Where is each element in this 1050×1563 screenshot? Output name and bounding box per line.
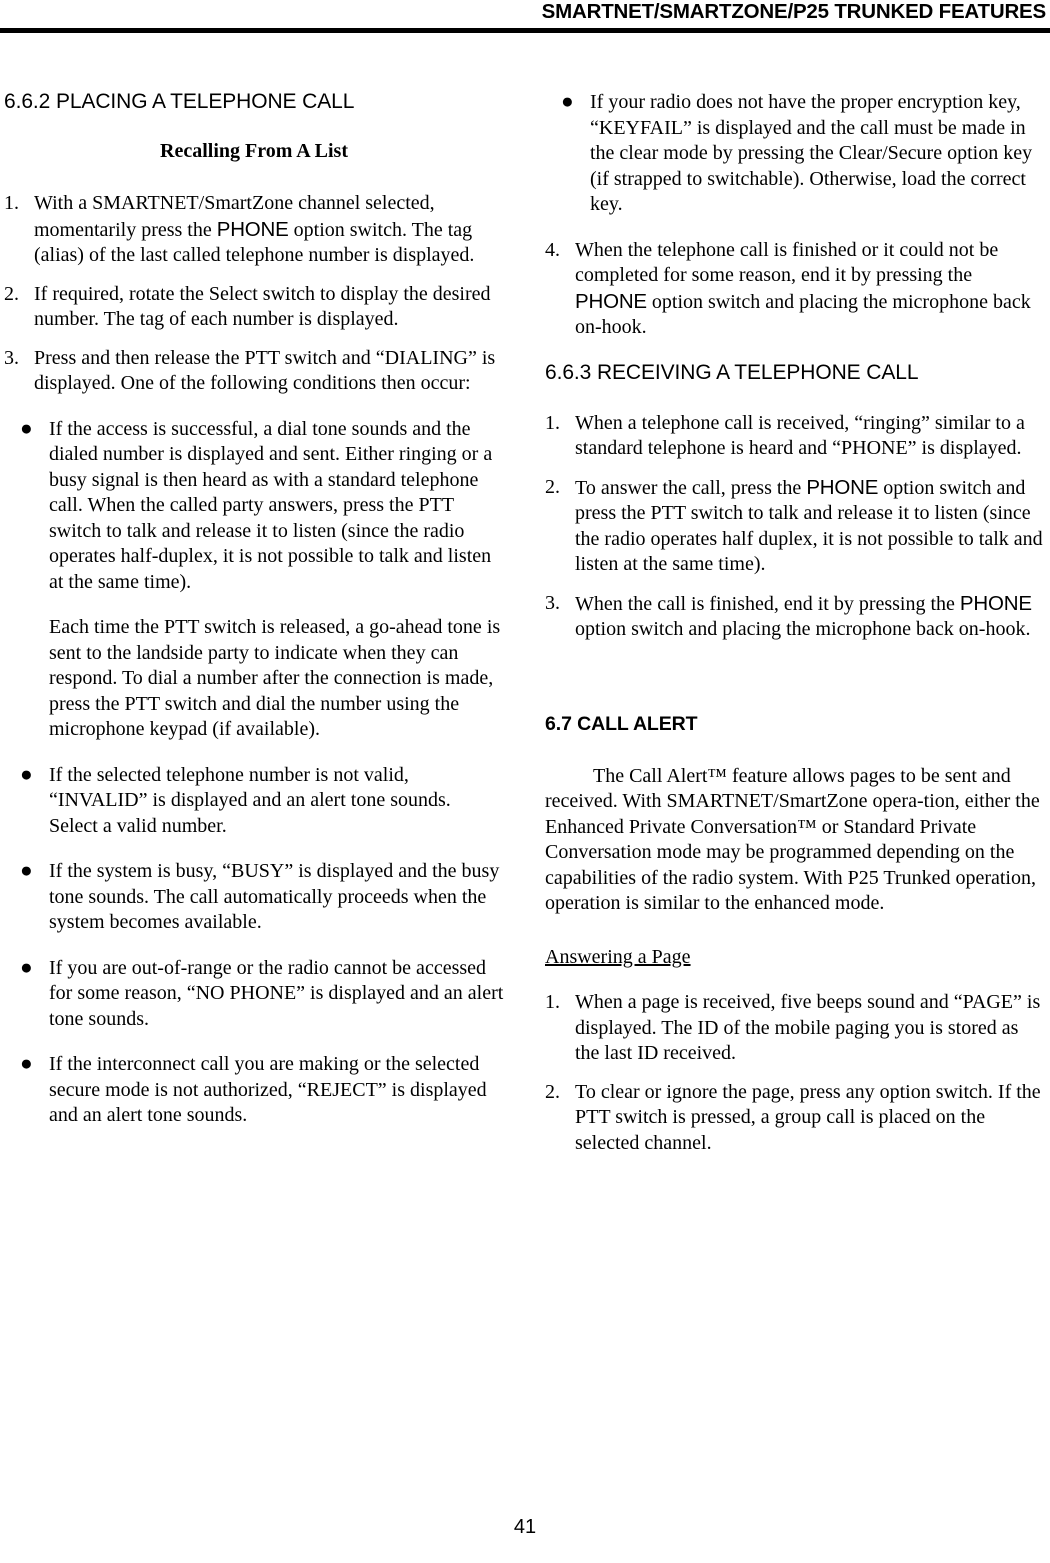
bullet-list-item: ● If the system is busy, “BUSY” is displa… [4, 858, 504, 936]
bullet-text: If your radio does not have the proper e… [590, 91, 1033, 215]
list-item-text-after: option switch and placing the microphone… [575, 618, 1031, 640]
bullet-text: If the interconnect call you are making … [49, 1053, 487, 1126]
list-item-number: 4. [545, 238, 560, 261]
list-item-text: When a page is received, five beeps soun… [575, 991, 1041, 1064]
subheading-recalling-from-a-list: Recalling From A List [160, 140, 348, 162]
header-title: SMARTNET/SMARTZONE/P25 TRUNKED FEATURES [541, 0, 1047, 23]
bullet-list-item: ● If the interconnect call you are making… [4, 1051, 504, 1129]
list-item: 4. When the telephone call is finished or… [545, 238, 1045, 341]
list-item: 3. Press and then release the PTT switch … [4, 346, 504, 397]
keyword-phone: PHONE [216, 217, 289, 241]
list-item-number: 1. [545, 411, 560, 434]
list-item-number: 1. [4, 192, 19, 214]
bullet-list-item: ● If you are out-of-range or the radio ca… [4, 954, 504, 1033]
bullet-point-icon: ● [20, 954, 33, 979]
list-item-text-before: When the telephone call is finished or i… [575, 238, 999, 287]
document-page: SMARTNET/SMARTZONE/P25 TRUNKED FEATURES … [0, 0, 1050, 1563]
right-column: ● If your radio does not have the proper … [545, 89, 1045, 1157]
bullet-point-icon: ● [20, 415, 33, 440]
list-item: 1. When a page is received, five beeps so… [545, 990, 1045, 1067]
list-item-text: To clear or ignore the page, press any o… [575, 1080, 1041, 1154]
bullet-point-icon: ● [20, 761, 33, 786]
list-item-number: 1. [545, 991, 560, 1013]
bullet-point-icon: ● [20, 858, 33, 882]
list-item: 3. When the call is finished, end it by p… [545, 591, 1045, 643]
list-item-number: 2. [4, 282, 19, 305]
bullet-text: If you are out-of-range or the radio can… [49, 956, 504, 1030]
list-item: 2. To clear or ignore the page, press any… [545, 1080, 1045, 1157]
list-item-text-before: To answer the call, press the [575, 476, 807, 499]
bullet-continuation-paragraph: Each time the PTT switch is released, a … [49, 616, 501, 740]
left-column: 6.6.2 PLACING A TELEPHONE CALL Recalling… [4, 90, 504, 1129]
section-heading-6-7: 6.7 CALL ALERT [545, 712, 698, 735]
section-heading-6-6-2: 6.6.2 PLACING A TELEPHONE CALL [4, 90, 355, 113]
list-item: 2. If required, rotate the Select switch … [4, 282, 504, 333]
list-item-number: 2. [545, 475, 560, 498]
keyword-phone: PHONE [959, 591, 1032, 615]
list-item-text: Press and then release the PTT switch an… [34, 346, 496, 395]
bullet-text: If the system is busy, “BUSY” is display… [49, 860, 500, 933]
list-item-text: When a telephone call is received, “ring… [575, 411, 1025, 460]
bullet-point-icon: ● [20, 1051, 33, 1075]
bullet-text: If the access is successful, a dial tone… [49, 417, 493, 593]
list-item: 1. With a SMARTNET/SmartZone channel sele… [4, 191, 504, 269]
list-item-text: If required, rotate the Select switch to… [34, 282, 491, 331]
bullet-point-icon: ● [561, 89, 574, 113]
bullet-list-item: ● If the access is successful, a dial ton… [4, 415, 504, 596]
list-item-number: 2. [545, 1080, 560, 1103]
list-item-number: 3. [4, 346, 19, 369]
bullet-text: If the selected telephone number is not … [49, 763, 451, 837]
list-item: 2. To answer the call, press the PHONE op… [545, 475, 1045, 578]
page-number: 41 [513, 1516, 537, 1538]
section-heading-6-6-3: 6.6.3 RECEIVING A TELEPHONE CALL [545, 360, 919, 384]
answering-a-page-heading: Answering a Page [545, 945, 691, 968]
call-alert-paragraph: The Call Alert™ feature allows pages to … [545, 764, 1040, 915]
keyword-phone: PHONE [575, 289, 647, 313]
header-divider-rule [0, 28, 1050, 33]
list-item: 1. When a telephone call is received, “ri… [545, 411, 1045, 462]
bullet-list-item: ● If your radio does not have the proper … [545, 89, 1045, 218]
bullet-list-item: ● If the selected telephone number is not… [4, 761, 504, 840]
list-item-text-before: When the call is finished, end it by pre… [575, 592, 960, 615]
keyword-phone: PHONE [806, 475, 879, 499]
page-header: SMARTNET/SMARTZONE/P25 TRUNKED FEATURES [0, 0, 1050, 34]
list-item-number: 3. [545, 591, 560, 614]
